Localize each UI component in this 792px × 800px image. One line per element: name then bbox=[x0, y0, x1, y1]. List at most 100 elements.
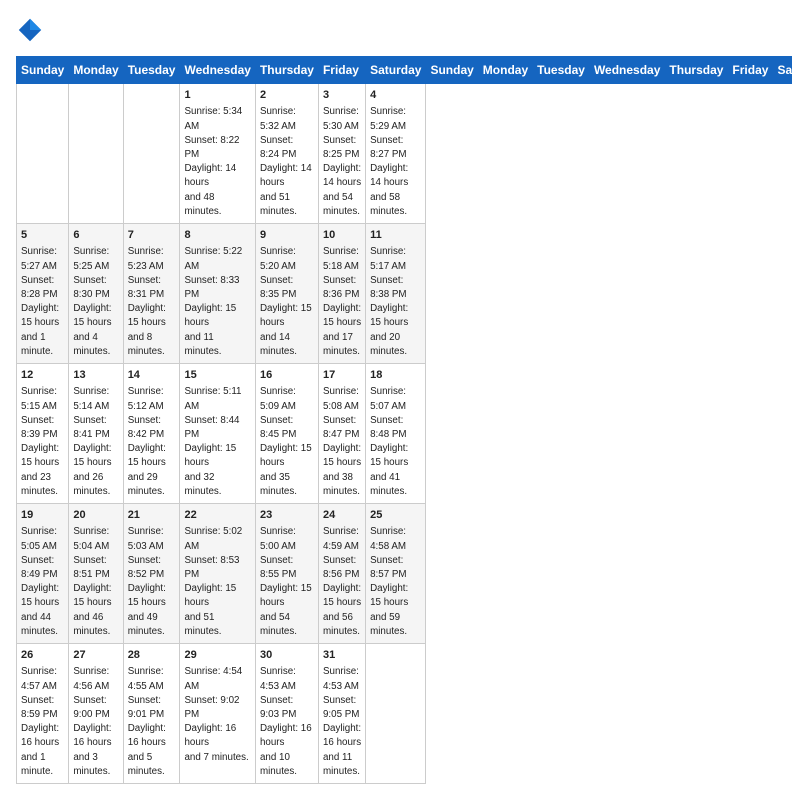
calendar-cell: 28Sunrise: 4:55 AM Sunset: 9:01 PM Dayli… bbox=[123, 644, 180, 784]
day-number: 6 bbox=[73, 228, 118, 243]
day-number: 20 bbox=[73, 508, 118, 523]
calendar-cell: 23 Sunrise: 5:00 AM Sunset: 8:55 PM Dayli… bbox=[255, 504, 318, 644]
calendar-cell: 7 Sunrise: 5:23 AM Sunset: 8:31 PM Daylig… bbox=[123, 224, 180, 364]
day-number: 10 bbox=[323, 228, 361, 243]
logo-icon bbox=[16, 16, 44, 44]
calendar-cell: 11 Sunrise: 5:17 AM Sunset: 8:38 PM Dayli… bbox=[366, 224, 426, 364]
day-number: 3 bbox=[323, 88, 361, 103]
day-number: 17 bbox=[323, 368, 361, 383]
day-number: 13 bbox=[73, 368, 118, 383]
day-info: Sunrise: 5:23 AM Sunset: 8:31 PM Dayligh… bbox=[128, 245, 176, 359]
day-number: 8 bbox=[184, 228, 250, 243]
day-number: 18 bbox=[370, 368, 421, 383]
day-info: Sunrise: 5:00 AM Sunset: 8:55 PM Dayligh… bbox=[260, 525, 314, 639]
day-number: 7 bbox=[128, 228, 176, 243]
day-info: Sunrise: 5:18 AM Sunset: 8:36 PM Dayligh… bbox=[323, 245, 361, 359]
day-info: Sunrise: 5:17 AM Sunset: 8:38 PM Dayligh… bbox=[370, 245, 421, 359]
calendar-cell bbox=[123, 84, 180, 224]
day-info: Sunrise: 4:59 AM Sunset: 8:56 PM Dayligh… bbox=[323, 525, 361, 639]
day-info: Sunrise: 5:02 AM Sunset: 8:53 PM Dayligh… bbox=[184, 525, 250, 639]
day-info: Sunrise: 4:54 AM Sunset: 9:02 PM Dayligh… bbox=[184, 665, 250, 764]
calendar-week-1: 1 Sunrise: 5:34 AM Sunset: 8:22 PM Daylig… bbox=[17, 84, 792, 224]
calendar-header-row: SundayMondayTuesdayWednesdayThursdayFrid… bbox=[17, 57, 792, 84]
day-info: Sunrise: 4:55 AM Sunset: 9:01 PM Dayligh… bbox=[128, 665, 176, 779]
header-thursday: Thursday bbox=[255, 57, 318, 84]
day-info: Sunrise: 4:58 AM Sunset: 8:57 PM Dayligh… bbox=[370, 525, 421, 639]
header-friday: Friday bbox=[318, 57, 365, 84]
day-info: Sunrise: 4:53 AM Sunset: 9:03 PM Dayligh… bbox=[260, 665, 314, 779]
calendar-cell: 30 Sunrise: 4:53 AM Sunset: 9:03 PM Dayli… bbox=[255, 644, 318, 784]
calendar-table: SundayMondayTuesdayWednesdayThursdayFrid… bbox=[16, 56, 792, 784]
col-header-monday: Monday bbox=[478, 57, 532, 84]
day-number: 16 bbox=[260, 368, 314, 383]
col-header-tuesday: Tuesday bbox=[533, 57, 590, 84]
calendar-cell: 31Sunrise: 4:53 AM Sunset: 9:05 PM Dayli… bbox=[318, 644, 365, 784]
calendar-cell: 9 Sunrise: 5:20 AM Sunset: 8:35 PM Daylig… bbox=[255, 224, 318, 364]
day-number: 1 bbox=[184, 88, 250, 103]
calendar-cell: 1 Sunrise: 5:34 AM Sunset: 8:22 PM Daylig… bbox=[180, 84, 255, 224]
calendar-week-3: 12 Sunrise: 5:15 AM Sunset: 8:39 PM Dayli… bbox=[17, 364, 792, 504]
day-number: 29 bbox=[184, 648, 250, 663]
day-info: Sunrise: 5:09 AM Sunset: 8:45 PM Dayligh… bbox=[260, 385, 314, 499]
day-info: Sunrise: 5:04 AM Sunset: 8:51 PM Dayligh… bbox=[73, 525, 118, 639]
calendar-cell: 29 Sunrise: 4:54 AM Sunset: 9:02 PM Dayli… bbox=[180, 644, 255, 784]
calendar-cell: 5Sunrise: 5:27 AM Sunset: 8:28 PM Daylig… bbox=[17, 224, 69, 364]
day-info: Sunrise: 5:15 AM Sunset: 8:39 PM Dayligh… bbox=[21, 385, 64, 499]
day-number: 9 bbox=[260, 228, 314, 243]
col-header-sunday: Sunday bbox=[426, 57, 478, 84]
calendar-cell: 8Sunrise: 5:22 AM Sunset: 8:33 PM Daylig… bbox=[180, 224, 255, 364]
page-header bbox=[16, 16, 776, 44]
day-info: Sunrise: 5:05 AM Sunset: 8:49 PM Dayligh… bbox=[21, 525, 64, 639]
day-number: 14 bbox=[128, 368, 176, 383]
calendar-cell: 3 Sunrise: 5:30 AM Sunset: 8:25 PM Daylig… bbox=[318, 84, 365, 224]
day-number: 11 bbox=[370, 228, 421, 243]
day-info: Sunrise: 5:34 AM Sunset: 8:22 PM Dayligh… bbox=[184, 105, 250, 219]
calendar-cell bbox=[366, 644, 426, 784]
calendar-cell: 18Sunrise: 5:07 AM Sunset: 8:48 PM Dayli… bbox=[366, 364, 426, 504]
day-number: 15 bbox=[184, 368, 250, 383]
day-info: Sunrise: 5:03 AM Sunset: 8:52 PM Dayligh… bbox=[128, 525, 176, 639]
day-info: Sunrise: 4:57 AM Sunset: 8:59 PM Dayligh… bbox=[21, 665, 64, 779]
day-number: 26 bbox=[21, 648, 64, 663]
day-number: 4 bbox=[370, 88, 421, 103]
col-header-friday: Friday bbox=[728, 57, 773, 84]
calendar-cell: 16 Sunrise: 5:09 AM Sunset: 8:45 PM Dayli… bbox=[255, 364, 318, 504]
day-info: Sunrise: 5:25 AM Sunset: 8:30 PM Dayligh… bbox=[73, 245, 118, 359]
header-monday: Monday bbox=[69, 57, 123, 84]
day-info: Sunrise: 5:08 AM Sunset: 8:47 PM Dayligh… bbox=[323, 385, 361, 499]
header-tuesday: Tuesday bbox=[123, 57, 180, 84]
col-header-wednesday: Wednesday bbox=[589, 57, 664, 84]
calendar-cell: 21Sunrise: 5:03 AM Sunset: 8:52 PM Dayli… bbox=[123, 504, 180, 644]
calendar-cell: 13 Sunrise: 5:14 AM Sunset: 8:41 PM Dayli… bbox=[69, 364, 123, 504]
day-info: Sunrise: 5:12 AM Sunset: 8:42 PM Dayligh… bbox=[128, 385, 176, 499]
day-number: 22 bbox=[184, 508, 250, 523]
calendar-cell: 14 Sunrise: 5:12 AM Sunset: 8:42 PM Dayli… bbox=[123, 364, 180, 504]
calendar-week-2: 5Sunrise: 5:27 AM Sunset: 8:28 PM Daylig… bbox=[17, 224, 792, 364]
calendar-cell: 4 Sunrise: 5:29 AM Sunset: 8:27 PM Daylig… bbox=[366, 84, 426, 224]
calendar-cell: 24Sunrise: 4:59 AM Sunset: 8:56 PM Dayli… bbox=[318, 504, 365, 644]
day-info: Sunrise: 5:29 AM Sunset: 8:27 PM Dayligh… bbox=[370, 105, 421, 219]
day-info: Sunrise: 5:27 AM Sunset: 8:28 PM Dayligh… bbox=[21, 245, 64, 359]
day-number: 25 bbox=[370, 508, 421, 523]
calendar-cell: 2 Sunrise: 5:32 AM Sunset: 8:24 PM Daylig… bbox=[255, 84, 318, 224]
calendar-cell: 19 Sunrise: 5:05 AM Sunset: 8:49 PM Dayli… bbox=[17, 504, 69, 644]
calendar-week-4: 19 Sunrise: 5:05 AM Sunset: 8:49 PM Dayli… bbox=[17, 504, 792, 644]
day-info: Sunrise: 5:32 AM Sunset: 8:24 PM Dayligh… bbox=[260, 105, 314, 219]
col-header-saturday: Saturday bbox=[773, 57, 792, 84]
day-number: 23 bbox=[260, 508, 314, 523]
day-number: 31 bbox=[323, 648, 361, 663]
calendar-cell: 22 Sunrise: 5:02 AM Sunset: 8:53 PM Dayli… bbox=[180, 504, 255, 644]
calendar-cell: 17 Sunrise: 5:08 AM Sunset: 8:47 PM Dayli… bbox=[318, 364, 365, 504]
day-info: Sunrise: 5:14 AM Sunset: 8:41 PM Dayligh… bbox=[73, 385, 118, 499]
day-number: 12 bbox=[21, 368, 64, 383]
day-number: 2 bbox=[260, 88, 314, 103]
logo bbox=[16, 16, 48, 44]
day-number: 30 bbox=[260, 648, 314, 663]
day-number: 27 bbox=[73, 648, 118, 663]
day-info: Sunrise: 5:20 AM Sunset: 8:35 PM Dayligh… bbox=[260, 245, 314, 359]
calendar-cell: 15Sunrise: 5:11 AM Sunset: 8:44 PM Dayli… bbox=[180, 364, 255, 504]
col-header-thursday: Thursday bbox=[665, 57, 728, 84]
calendar-cell: 25 Sunrise: 4:58 AM Sunset: 8:57 PM Dayli… bbox=[366, 504, 426, 644]
day-info: Sunrise: 5:30 AM Sunset: 8:25 PM Dayligh… bbox=[323, 105, 361, 219]
day-number: 19 bbox=[21, 508, 64, 523]
